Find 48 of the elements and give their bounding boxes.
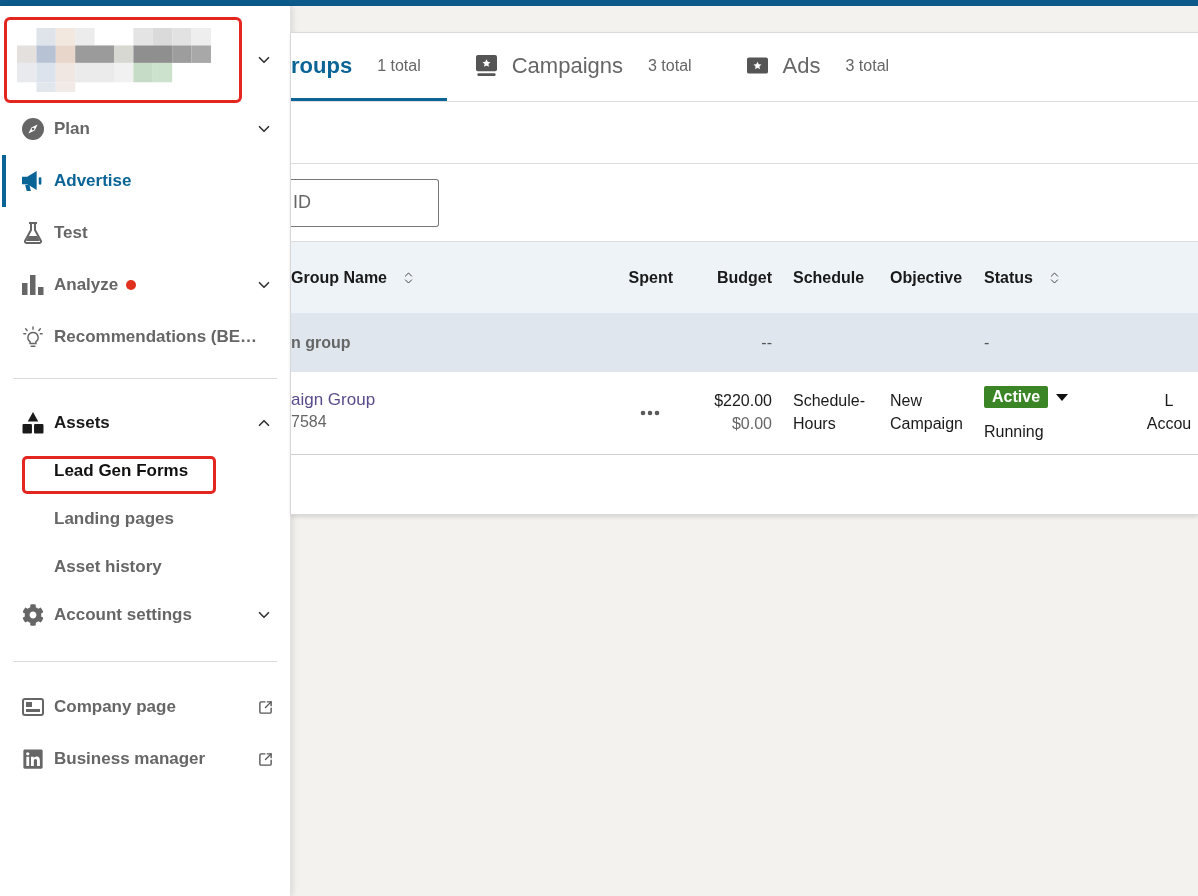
nav-item[interactable]: Test <box>2 207 290 259</box>
external-link-icon[interactable] <box>258 699 273 715</box>
column-header: Schedule <box>792 267 866 288</box>
table-cell-text: -- <box>761 332 772 353</box>
nav-item[interactable]: Recommendations (BE… <box>2 311 290 363</box>
gear-icon <box>22 604 44 626</box>
table-cell: - <box>984 333 990 351</box>
megaphone-icon <box>22 170 44 192</box>
group-id-text: 7584 <box>291 412 327 432</box>
flask-icon <box>22 222 44 244</box>
column-header: Budget <box>715 267 773 288</box>
column-header[interactable]: Status <box>975 265 1140 290</box>
nav-item[interactable]: Business manager <box>2 733 290 785</box>
search-field[interactable]: ID <box>291 178 439 227</box>
stacked-star-card-icon <box>475 55 497 76</box>
external-link-icon[interactable] <box>258 751 273 767</box>
lightbulb-icon <box>22 326 44 348</box>
table-cell-text: New Campaign <box>890 391 964 434</box>
table-cell-text: Schedule-Hours <box>793 391 867 434</box>
column-header: Spent <box>627 267 674 288</box>
column-header: Objective <box>889 267 964 288</box>
nav-item[interactable]: Plan <box>2 103 290 155</box>
tab[interactable]: Ads 3 total <box>717 33 916 101</box>
tab[interactable]: roups 1 total <box>291 33 447 101</box>
nav-item[interactable]: Company page <box>2 681 290 733</box>
nav-item[interactable]: Account settings <box>2 591 290 639</box>
bar-chart-icon <box>22 274 44 296</box>
status-badge: Active <box>984 386 1049 408</box>
nav-item[interactable]: Analyze <box>2 259 290 311</box>
summary-label: n group <box>291 333 351 351</box>
tab[interactable]: Campaigns 3 total <box>446 33 718 101</box>
table-cell-text: $220.00 <box>714 391 772 411</box>
table-cell-text: Running <box>984 422 1044 442</box>
nav-item[interactable]: Assets <box>2 399 290 447</box>
shapes-icon <box>22 412 44 434</box>
star-card-icon <box>746 57 768 74</box>
table-cell-text: L <box>1164 391 1174 411</box>
group-name-link[interactable]: aign Group <box>291 389 376 411</box>
compass-icon <box>22 118 44 140</box>
nav-subitem[interactable]: Lead Gen Forms <box>2 447 290 495</box>
table-cell-text: Accou <box>1146 414 1192 434</box>
nav-subitem[interactable]: Asset history <box>2 543 290 591</box>
column-header[interactable]: Group Name <box>291 265 600 290</box>
nav-subitem[interactable]: Landing pages <box>2 495 290 543</box>
in-logo-icon <box>22 748 44 770</box>
profile-card-icon <box>22 696 44 718</box>
caret-down-icon[interactable] <box>1056 393 1069 401</box>
table-cell-text: $0.00 <box>731 414 772 434</box>
